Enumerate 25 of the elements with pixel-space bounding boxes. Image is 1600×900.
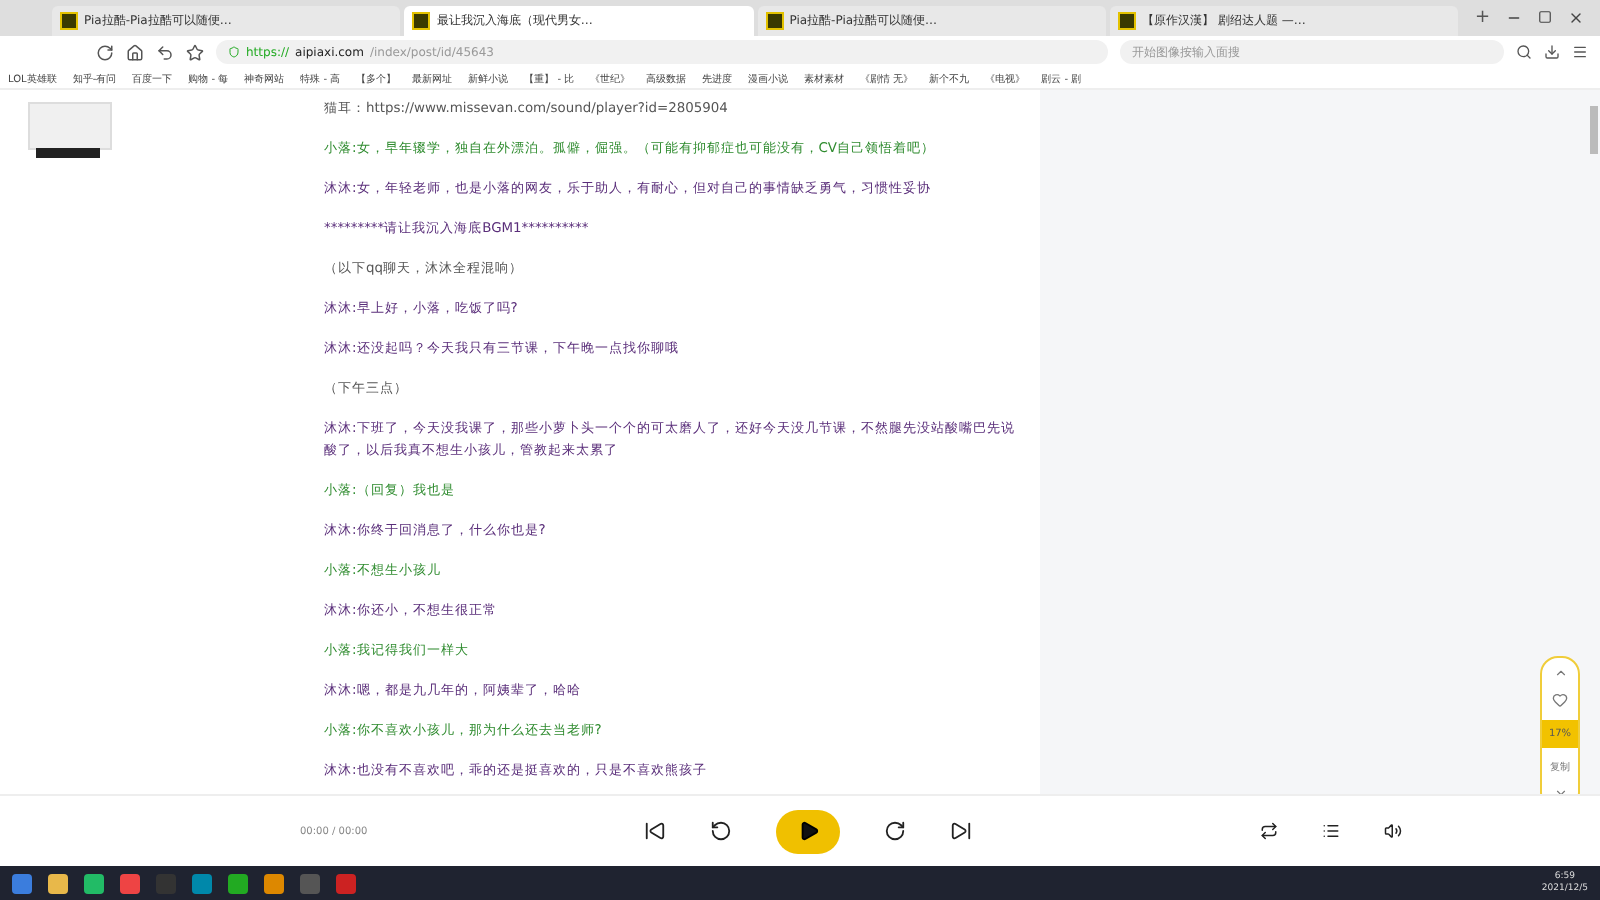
volume-icon[interactable] xyxy=(1384,822,1402,840)
playlist-icon[interactable] xyxy=(1322,822,1340,840)
repeat-icon[interactable] xyxy=(1260,822,1278,840)
close-icon[interactable] xyxy=(1568,10,1584,26)
rewind-icon[interactable] xyxy=(710,820,732,842)
reload-icon[interactable] xyxy=(96,43,114,61)
previous-icon[interactable] xyxy=(644,820,666,842)
forward-icon[interactable] xyxy=(884,820,906,842)
search-icon[interactable] xyxy=(1516,44,1532,60)
play-icon xyxy=(797,820,819,842)
menu-icon[interactable] xyxy=(1572,44,1588,60)
undo-icon[interactable] xyxy=(156,43,174,61)
shield-icon xyxy=(228,46,240,58)
logo-block[interactable] xyxy=(28,102,112,150)
play-button[interactable] xyxy=(776,809,840,853)
home-icon[interactable] xyxy=(126,43,144,61)
up-icon[interactable] xyxy=(1553,666,1567,680)
download-icon[interactable] xyxy=(1544,44,1560,60)
star-icon[interactable] xyxy=(186,43,204,61)
new-tab-button[interactable]: + xyxy=(1462,8,1502,28)
logo-caption-block xyxy=(36,148,100,158)
heart-icon[interactable] xyxy=(1552,692,1568,708)
scrollbar-thumb[interactable] xyxy=(1590,106,1598,154)
maximize-icon[interactable] xyxy=(1538,10,1552,24)
next-icon[interactable] xyxy=(950,820,972,842)
